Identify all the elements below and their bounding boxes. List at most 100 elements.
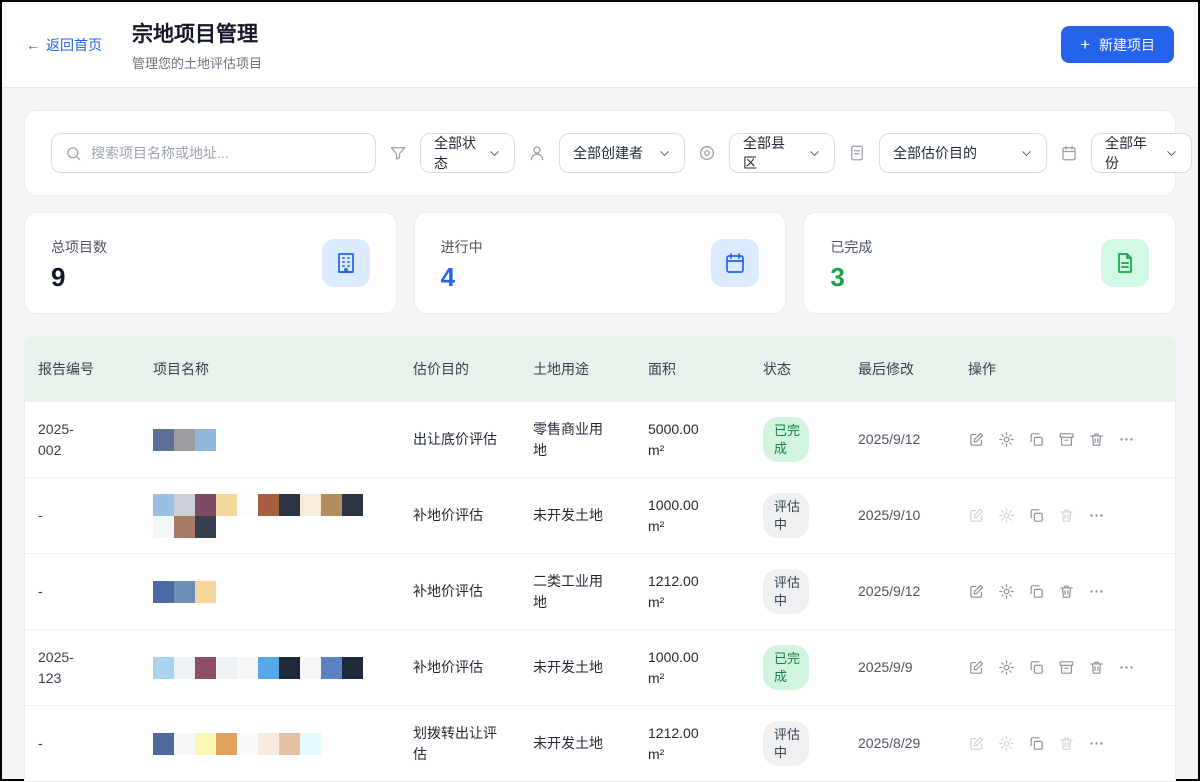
purpose-filter-select[interactable]: 全部估价目的 (879, 133, 1047, 173)
area-cell: 1212.00 m² (648, 711, 763, 777)
status-badge: 已完成 (763, 417, 809, 462)
valuation-purpose: 补地价评估 (413, 493, 533, 538)
redacted-block (258, 733, 279, 755)
more-icon[interactable] (1088, 583, 1105, 600)
col-status: 状态 (763, 349, 858, 390)
search-input[interactable] (91, 145, 362, 161)
land-use: 未开发土地 (533, 493, 648, 538)
back-to-home-link[interactable]: ← 返回首页 (26, 35, 102, 55)
edit-icon[interactable] (968, 583, 985, 600)
copy-icon[interactable] (1028, 659, 1045, 676)
settings-icon (998, 507, 1015, 524)
district-filter-select[interactable]: 全部县区 (729, 133, 835, 173)
edit-icon (968, 507, 985, 524)
table-header-row: 报告编号 项目名称 估价目的 土地用途 面积 状态 最后修改 操作 (25, 337, 1175, 401)
last-modified: 2025/9/12 (858, 569, 968, 614)
redacted-block (300, 733, 321, 755)
redacted-block (216, 494, 237, 516)
delete-icon[interactable] (1088, 431, 1105, 448)
settings-icon[interactable] (998, 583, 1015, 600)
page-title: 宗地项目管理 (132, 18, 262, 48)
row-actions (968, 583, 1145, 600)
row-actions (968, 431, 1145, 448)
settings-icon (998, 735, 1015, 752)
copy-icon[interactable] (1028, 735, 1045, 752)
new-project-button[interactable]: + 新建项目 (1061, 26, 1174, 63)
chevron-down-icon (488, 147, 501, 160)
delete-icon[interactable] (1058, 583, 1075, 600)
project-name-redacted (153, 429, 383, 451)
area-unit: m² (648, 592, 733, 613)
last-modified: 2025/8/29 (858, 721, 968, 766)
archive-icon[interactable] (1058, 431, 1075, 448)
table-row: 2025-002 出让底价评估 零售商业用地 5000.00 m² 已完成 20… (25, 401, 1175, 477)
stat-total-label: 总项目数 (51, 237, 107, 257)
report-no: - (38, 721, 153, 766)
archive-icon[interactable] (1058, 659, 1075, 676)
calendar-icon (711, 239, 759, 287)
settings-icon[interactable] (998, 659, 1015, 676)
filter-bar: 全部状态 全部创建者 全部县区 全部估价目的 全部年份 (24, 110, 1176, 196)
more-icon[interactable] (1088, 507, 1105, 524)
report-no: - (38, 493, 153, 538)
more-icon[interactable] (1118, 431, 1135, 448)
copy-icon[interactable] (1028, 583, 1045, 600)
funnel-icon (389, 144, 407, 162)
stat-in-progress-label: 进行中 (441, 237, 483, 257)
area-cell: 1212.00 m² (648, 559, 763, 625)
col-modified: 最后修改 (858, 349, 968, 390)
redacted-block (195, 733, 216, 755)
redacted-block (153, 494, 174, 516)
land-use: 未开发土地 (533, 645, 648, 690)
delete-icon[interactable] (1088, 659, 1105, 676)
redacted-block (216, 657, 237, 679)
project-name-redacted (153, 733, 383, 755)
redacted-block (258, 657, 279, 679)
area-cell: 1000.00 m² (648, 483, 763, 549)
redacted-block (153, 516, 174, 538)
area-value: 1212.00 (648, 723, 733, 744)
last-modified: 2025/9/9 (858, 645, 968, 690)
valuation-purpose: 补地价评估 (413, 645, 533, 690)
delete-icon (1058, 735, 1075, 752)
redacted-block (153, 581, 174, 603)
redacted-block (174, 733, 195, 755)
chevron-down-icon (1165, 147, 1178, 160)
edit-icon[interactable] (968, 659, 985, 676)
creator-filter-select[interactable]: 全部创建者 (559, 133, 685, 173)
redacted-block (195, 581, 216, 603)
stat-in-progress-value: 4 (441, 264, 483, 290)
redacted-block (174, 516, 195, 538)
calendar-icon (1060, 144, 1078, 162)
redacted-block (279, 657, 300, 679)
redacted-block (237, 494, 258, 516)
last-modified: 2025/9/10 (858, 493, 968, 538)
purpose-filter-value: 全部估价目的 (893, 143, 977, 163)
area-cell: 1000.00 m² (648, 635, 763, 701)
status-filter-select[interactable]: 全部状态 (420, 133, 515, 173)
col-project-name: 项目名称 (153, 349, 413, 390)
status-badge: 已完成 (763, 645, 809, 690)
copy-icon[interactable] (1028, 431, 1045, 448)
row-actions (968, 735, 1145, 752)
redacted-block (258, 494, 279, 516)
project-name-redacted (153, 657, 383, 679)
table-row: - 补地价评估 二类工业用地 1212.00 m² 评估中 2025/9/12 (25, 553, 1175, 629)
report-no: 2025-002 (38, 407, 153, 473)
search-box[interactable] (51, 133, 376, 173)
stat-completed-value: 3 (830, 264, 872, 290)
copy-icon[interactable] (1028, 507, 1045, 524)
delete-icon (1058, 507, 1075, 524)
status-badge: 评估中 (763, 569, 809, 614)
redacted-block (195, 516, 216, 538)
more-icon[interactable] (1088, 735, 1105, 752)
more-icon[interactable] (1118, 659, 1135, 676)
new-project-label: 新建项目 (1099, 35, 1155, 55)
settings-icon[interactable] (998, 431, 1015, 448)
back-link-label: 返回首页 (46, 35, 102, 55)
year-filter-select[interactable]: 全部年份 (1091, 133, 1192, 173)
row-actions (968, 507, 1145, 524)
chevron-down-icon (1020, 147, 1033, 160)
edit-icon[interactable] (968, 431, 985, 448)
report-no: 2025-123 (38, 635, 153, 701)
